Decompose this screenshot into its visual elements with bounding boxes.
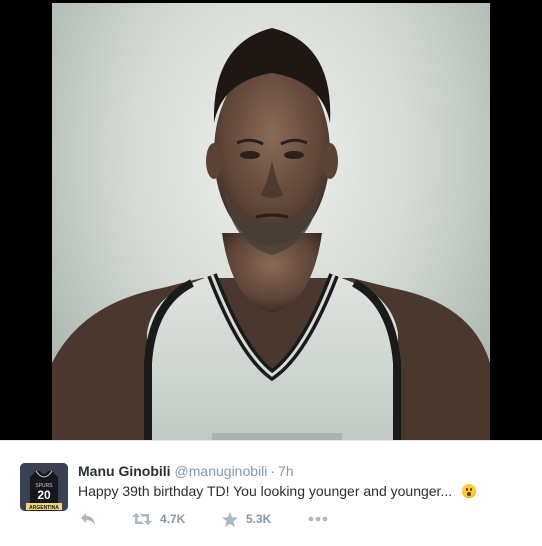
avatar-jersey-number: 20 [37, 488, 51, 502]
reply-icon [81, 513, 95, 525]
astonished-face-icon [462, 484, 477, 498]
star-icon [222, 511, 238, 527]
tweet-timestamp[interactable]: 7h [278, 463, 294, 479]
tweet-card: SPURS 20 ARGENTINA Manu Ginobili @manugin… [0, 440, 542, 546]
reply-button[interactable] [80, 509, 96, 529]
more-icon [308, 516, 328, 522]
avatar-caption: ARGENTINA [29, 505, 59, 511]
favorite-count: 5.3K [246, 512, 272, 526]
tweet-text: Happy 39th birthday TD! You looking youn… [78, 481, 477, 501]
tweet-text-body: Happy 39th birthday TD! You looking youn… [78, 483, 453, 499]
header-separator: · [270, 463, 276, 479]
avatar[interactable]: SPURS 20 ARGENTINA [20, 463, 68, 511]
retweet-button[interactable]: 4.7K [132, 509, 185, 529]
player-portrait-image [52, 28, 490, 440]
author-name[interactable]: Manu Ginobili [78, 463, 171, 479]
tweet-photo[interactable] [52, 3, 490, 440]
retweet-count: 4.7K [160, 512, 186, 526]
more-button[interactable] [308, 509, 328, 529]
tweet-media[interactable] [0, 0, 542, 440]
tweet-header: Manu Ginobili @manuginobili · 7h [78, 462, 294, 480]
favorite-button[interactable]: 5.3K [222, 509, 271, 529]
jersey-avatar-image: SPURS 20 ARGENTINA [20, 463, 68, 511]
retweet-icon [132, 513, 152, 525]
author-handle[interactable]: @manuginobili [175, 463, 268, 479]
